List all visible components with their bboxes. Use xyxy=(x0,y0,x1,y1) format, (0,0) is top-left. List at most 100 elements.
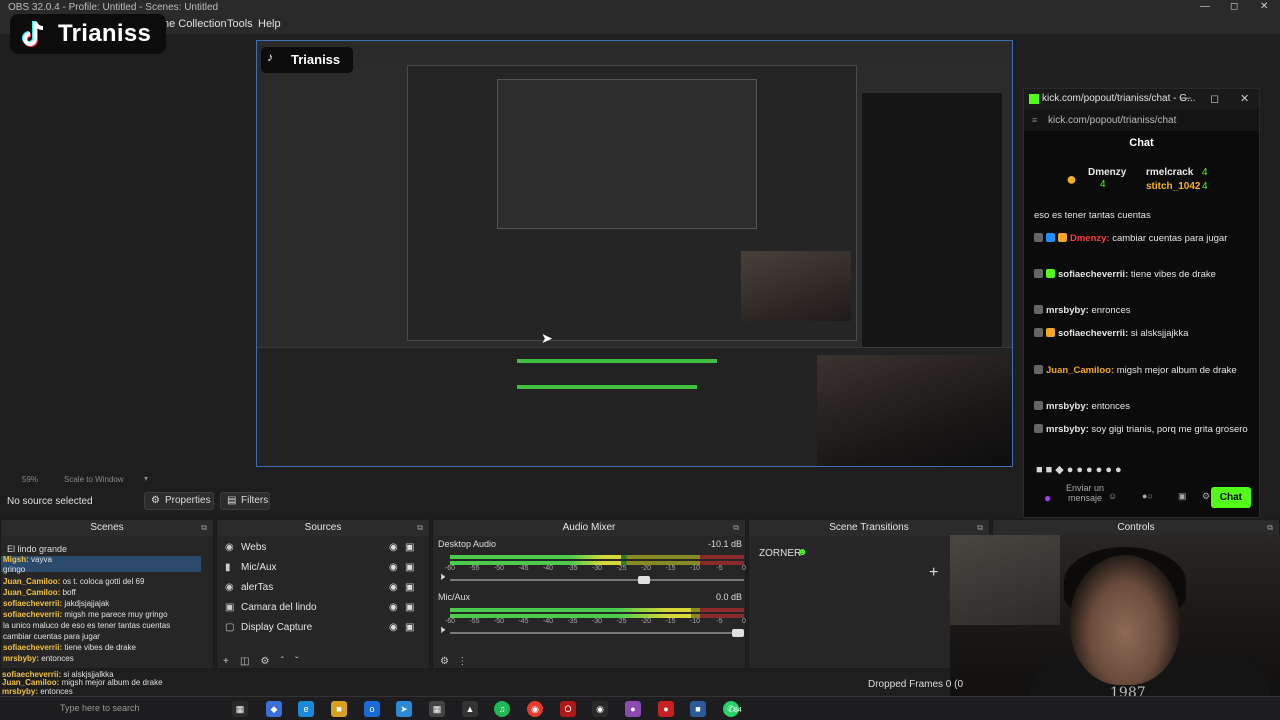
obs-icon[interactable]: ◉ xyxy=(592,701,608,717)
monitor-icon: ▢ xyxy=(225,622,235,633)
chat-window-titlebar: kick.com/popout/trianiss/chat - G... — ◻… xyxy=(1024,89,1259,109)
volume-thumb[interactable] xyxy=(637,576,650,584)
chat-username[interactable]: Dmenzy: xyxy=(1070,233,1110,244)
menu-tools[interactable]: Tools xyxy=(227,18,253,30)
tick-label: -35 xyxy=(567,565,578,572)
chat-username[interactable]: sofiaecheverrii: xyxy=(1058,269,1128,280)
app-icon[interactable]: ● xyxy=(625,701,641,717)
store-icon[interactable]: ▦ xyxy=(429,701,445,717)
task-view-icon[interactable]: ▦ xyxy=(232,701,248,717)
source-item[interactable]: ◉ Webs ◉ ▣ xyxy=(223,540,419,558)
tick-label: -35 xyxy=(567,618,578,625)
chat-username[interactable]: sofiaecheverrii: xyxy=(1058,328,1128,339)
preview-nested-capture: ♪ Trianiss xyxy=(256,40,1013,467)
add-icon[interactable]: + xyxy=(223,656,229,667)
chrome-icon[interactable]: ◉ xyxy=(527,701,543,717)
properties-button[interactable]: ⚙ Properties xyxy=(144,492,214,510)
volume-thumb[interactable] xyxy=(732,629,744,637)
chat-username[interactable]: Juan_Camiloo: xyxy=(1046,365,1114,376)
speaker-icon[interactable]: 🕨 xyxy=(438,571,445,584)
eye-icon[interactable]: ◉ xyxy=(389,602,398,613)
minimize-icon[interactable]: — xyxy=(1200,1,1210,12)
scale-mode[interactable]: Scale to Window xyxy=(64,475,124,484)
chat-close-icon[interactable]: ✕ xyxy=(1240,92,1249,105)
lock-icon[interactable]: ▣ xyxy=(405,622,414,633)
mixer-toolbar: ⚙ ⋮ xyxy=(440,656,467,667)
no-source-label: No source selected xyxy=(7,496,93,507)
add-transition-button[interactable]: + xyxy=(929,564,938,582)
chat-username[interactable]: mrsbyby: xyxy=(1046,401,1089,412)
spotify-icon[interactable]: ♫ xyxy=(494,701,510,717)
folder-icon[interactable]: ■ xyxy=(331,701,347,717)
trash-icon[interactable]: ◫ xyxy=(240,656,249,667)
dock-header: Audio Mixer ⧉ xyxy=(433,520,745,536)
close-icon[interactable]: ✕ xyxy=(1260,1,1268,12)
channel-db: -10.1 dB xyxy=(707,539,742,549)
maximize-icon[interactable]: ◻ xyxy=(1230,1,1238,12)
taskbar-search[interactable]: Type here to search xyxy=(60,703,140,713)
source-item[interactable]: ▣ Camara del lindo ◉ ▣ xyxy=(223,600,419,618)
copilot-icon[interactable]: ◆ xyxy=(266,701,282,717)
lock-icon[interactable]: ▣ xyxy=(405,562,414,573)
lock-icon[interactable]: ▣ xyxy=(405,602,414,613)
filters-button[interactable]: ▤ Filters xyxy=(220,492,270,510)
source-item[interactable]: ◉ alerTas ◉ ▣ xyxy=(223,580,419,598)
menu-scene-collection[interactable]: ne Collection xyxy=(163,18,227,30)
volume-slider[interactable] xyxy=(450,629,744,637)
badge-icon xyxy=(1034,424,1043,433)
speaker-icon[interactable]: 🕨 xyxy=(438,624,445,637)
chat-username[interactable]: mrsbyby: xyxy=(1046,424,1089,435)
eye-icon[interactable]: ◉ xyxy=(389,622,398,633)
tick-label: -60 xyxy=(444,618,456,625)
undock-icon[interactable]: ⧉ xyxy=(417,520,423,536)
chat-username[interactable]: mrsbyby: xyxy=(1046,305,1089,316)
chat-text: migsh mejor album de drake xyxy=(1116,365,1237,376)
url-bar[interactable]: ≡ kick.com/popout/trianiss/chat xyxy=(1024,109,1259,131)
gear-icon[interactable]: ⚙ xyxy=(440,656,449,667)
dock-title: Scene Transitions xyxy=(829,522,909,533)
tick-label: -5 xyxy=(716,618,723,625)
scene-item[interactable]: El lindo grande xyxy=(7,544,67,554)
undock-icon[interactable]: ⧉ xyxy=(201,520,207,536)
gear-icon[interactable]: ⚙ xyxy=(261,656,270,667)
chat-message: Juan_Camiloo: migsh mejor album de drake xyxy=(1034,365,1256,377)
chevron-down-icon[interactable]: ▾ xyxy=(144,474,148,483)
undock-icon[interactable]: ⧉ xyxy=(977,520,983,536)
menu-help[interactable]: Help xyxy=(258,18,281,30)
edge-icon[interactable]: e xyxy=(298,701,314,717)
dock-title: Sources xyxy=(304,522,342,533)
source-item[interactable]: ▮ Mic/Aux ◉ ▣ xyxy=(223,560,419,578)
vpn-icon[interactable]: ■ xyxy=(690,701,706,717)
lock-icon[interactable]: ▣ xyxy=(405,582,414,593)
overlay-chat-line: sofiaecheverrii: jakdjsjajjajak xyxy=(3,599,110,608)
site-settings-icon[interactable]: ≡ xyxy=(1032,115,1037,125)
tick-label: -40 xyxy=(542,618,554,625)
kick-chat-window[interactable]: kick.com/popout/trianiss/chat - G... — ◻… xyxy=(1023,88,1260,518)
eye-icon[interactable]: ◉ xyxy=(389,542,398,553)
telegram-icon[interactable]: ➤ xyxy=(396,701,412,717)
app-icon[interactable]: ▲ xyxy=(462,701,478,717)
opera-icon[interactable]: O xyxy=(560,701,576,717)
source-item[interactable]: ▢ Display Capture ◉ ▣ xyxy=(223,620,419,638)
chevron-up-icon[interactable]: ˆ xyxy=(281,656,284,667)
eye-icon[interactable]: ◉ xyxy=(389,562,398,573)
undock-icon[interactable]: ⧉ xyxy=(1267,520,1273,536)
transition-select[interactable]: ZORNER xyxy=(759,548,801,559)
preview-status-row: 59% Scale to Window ▾ xyxy=(0,472,1280,488)
chat-maximize-icon[interactable]: ◻ xyxy=(1210,92,1219,105)
app-icon[interactable]: ● xyxy=(658,701,674,717)
volume-slider[interactable] xyxy=(450,576,744,584)
more-icon[interactable]: ⋮ xyxy=(457,656,467,667)
chat-minimize-icon[interactable]: — xyxy=(1180,92,1191,104)
nested-badge-name: Trianiss xyxy=(291,52,341,67)
outlook-icon[interactable]: o xyxy=(364,701,380,717)
zoom-level[interactable]: 59% xyxy=(22,475,38,484)
overlay-chat-line: gringo xyxy=(3,565,26,574)
chevron-down-icon[interactable]: ˇ xyxy=(295,656,298,667)
tick-label: -40 xyxy=(542,565,554,572)
eye-icon[interactable]: ◉ xyxy=(389,582,398,593)
undock-icon[interactable]: ⧉ xyxy=(733,520,739,536)
badge-icon xyxy=(1034,233,1043,242)
lock-icon[interactable]: ▣ xyxy=(405,542,414,553)
chat-url: kick.com/popout/trianiss/chat xyxy=(1048,115,1177,126)
